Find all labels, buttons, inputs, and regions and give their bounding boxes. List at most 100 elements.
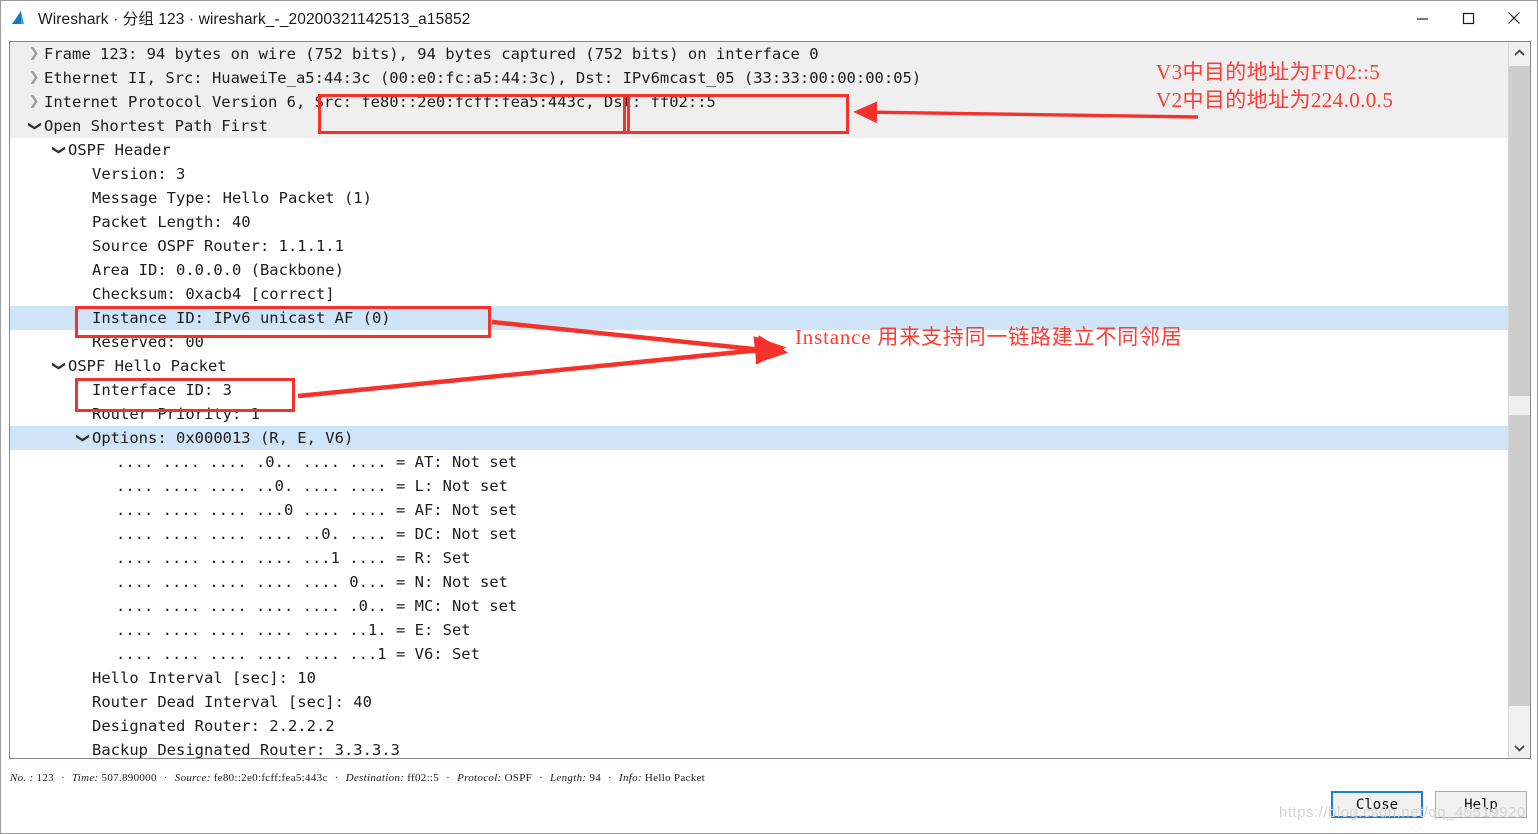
tree-row[interactable]: ❯ Internet Protocol Version 6, Src: fe80:… xyxy=(10,90,1508,114)
chevron-right-icon[interactable]: ❯ xyxy=(24,66,44,90)
title-bar: Wireshark · 分组 123 · wireshark_-_2020032… xyxy=(1,1,1537,35)
status-field-label: Time: xyxy=(71,772,99,784)
scroll-down-icon[interactable] xyxy=(1509,737,1530,758)
tree-row[interactable]: Version: 3 xyxy=(10,162,1508,186)
close-button[interactable]: Close xyxy=(1331,791,1423,818)
tree-row-label: Backup Designated Router: 3.3.3.3 xyxy=(92,741,400,758)
tree-row[interactable]: .... .... .... .0.. .... .... = AT: Not … xyxy=(10,450,1508,474)
tree-row[interactable]: ❯ Ethernet II, Src: HuaweiTe_a5:44:3c (00… xyxy=(10,66,1508,90)
tree-row-label: Version: 3 xyxy=(92,165,186,183)
status-field-value: 507.890000 xyxy=(98,772,157,784)
status-field-value: Hello Packet xyxy=(641,772,706,784)
tree-row-label: Designated Router: 2.2.2.2 xyxy=(92,717,335,735)
tree-row-label: .... .... .... .... ..0. .... = DC: Not … xyxy=(116,525,518,543)
tree-row-label: Packet Length: 40 xyxy=(92,213,251,231)
window-title: Wireshark · 分组 123 · wireshark_-_2020032… xyxy=(38,11,471,28)
tree-row[interactable]: .... .... .... ..0. .... .... = L: Not s… xyxy=(10,474,1508,498)
tree-row-label: Options: 0x000013 (R, E, V6) xyxy=(92,429,354,447)
tree-row-label: Hello Interval [sec]: 10 xyxy=(92,669,316,687)
tree-row[interactable]: .... .... .... .... .... ...1 = V6: Set xyxy=(10,642,1508,666)
tree-row[interactable]: .... .... .... .... .... ..1. = E: Set xyxy=(10,618,1508,642)
tree-row-label: .... .... .... .... .... 0... = N: Not s… xyxy=(116,573,508,591)
tree-row-label: Router Priority: 1 xyxy=(92,405,260,423)
tree-row[interactable]: Packet Length: 40 xyxy=(10,210,1508,234)
tree-row-label: OSPF Hello Packet xyxy=(68,357,227,375)
tree-row-label: .... .... .... .... .... ..1. = E: Set xyxy=(116,621,471,639)
tree-row[interactable]: Hello Interval [sec]: 10 xyxy=(10,666,1508,690)
chevron-down-icon[interactable]: ❯ xyxy=(22,116,46,136)
tree-row[interactable]: ❯ OSPF Hello Packet xyxy=(10,354,1508,378)
tree-row-label: Message Type: Hello Packet (1) xyxy=(92,189,372,207)
tree-row[interactable]: Interface ID: 3 xyxy=(10,378,1508,402)
tree-row[interactable]: .... .... .... .... ...1 .... = R: Set xyxy=(10,546,1508,570)
status-field-label: No. : xyxy=(10,772,34,784)
tree-row[interactable]: ❯ OSPF Header xyxy=(10,138,1508,162)
tree-row[interactable]: .... .... .... .... ..0. .... = DC: Not … xyxy=(10,522,1508,546)
chevron-down-icon[interactable]: ❯ xyxy=(46,140,70,160)
tree-row-label: .... .... .... ..0. .... .... = L: Not s… xyxy=(116,477,508,495)
vertical-scrollbar[interactable] xyxy=(1508,42,1530,758)
minimize-icon[interactable] xyxy=(1399,1,1445,35)
tree-row-label: .... .... .... .... .... ...1 = V6: Set xyxy=(116,645,480,663)
chevron-right-icon[interactable]: ❯ xyxy=(24,90,44,114)
scroll-up-icon[interactable] xyxy=(1509,42,1530,63)
chevron-right-icon[interactable]: ❯ xyxy=(24,42,44,66)
tree-row[interactable]: Router Priority: 1 xyxy=(10,402,1508,426)
status-field-label: Source: xyxy=(174,772,211,784)
packet-summary-status-bar: No. : 123 · Time: 507.890000 · Source: fe80:… xyxy=(10,767,1530,789)
tree-row[interactable]: ❯ Open Shortest Path First xyxy=(10,114,1508,138)
status-field-label: Destination: xyxy=(345,772,405,784)
packet-detail-tree[interactable]: ❯ Frame 123: 94 bytes on wire (752 bits),… xyxy=(10,42,1508,758)
tree-row-label: Source OSPF Router: 1.1.1.1 xyxy=(92,237,344,255)
tree-row-label: Ethernet II, Src: HuaweiTe_a5:44:3c (00:… xyxy=(44,69,922,87)
tree-row[interactable]: Checksum: 0xacb4 [correct] xyxy=(10,282,1508,306)
tree-row-label: .... .... .... .... ...1 .... = R: Set xyxy=(116,549,471,567)
chevron-down-icon[interactable]: ❯ xyxy=(70,428,94,448)
tree-row[interactable]: Instance ID: IPv6 unicast AF (0) xyxy=(10,306,1508,330)
status-field-value: OSPF xyxy=(501,772,533,784)
tree-row[interactable]: Reserved: 00 xyxy=(10,330,1508,354)
scrollbar-thumb-notch xyxy=(1509,396,1530,415)
close-icon[interactable] xyxy=(1491,1,1537,35)
tree-row[interactable]: .... .... .... .... .... 0... = N: Not s… xyxy=(10,570,1508,594)
status-field-value: 123 xyxy=(33,772,54,784)
status-separator: · xyxy=(608,772,612,784)
tree-row[interactable]: Message Type: Hello Packet (1) xyxy=(10,186,1508,210)
tree-row[interactable]: ❯ Options: 0x000013 (R, E, V6) xyxy=(10,426,1508,450)
window-controls xyxy=(1399,1,1537,35)
help-button[interactable]: Help xyxy=(1435,791,1527,818)
packet-detail-pane: ❯ Frame 123: 94 bytes on wire (752 bits),… xyxy=(9,41,1531,759)
tree-row[interactable]: Area ID: 0.0.0.0 (Backbone) xyxy=(10,258,1508,282)
tree-row-label: Area ID: 0.0.0.0 (Backbone) xyxy=(92,261,344,279)
wireshark-packet-detail-window: Wireshark · 分组 123 · wireshark_-_2020032… xyxy=(0,0,1538,834)
status-separator: · xyxy=(446,772,451,784)
scrollbar-thumb[interactable] xyxy=(1509,66,1530,706)
maximize-icon[interactable] xyxy=(1445,1,1491,35)
tree-row-label: Checksum: 0xacb4 [correct] xyxy=(92,285,335,303)
tree-row[interactable]: Designated Router: 2.2.2.2 xyxy=(10,714,1508,738)
dialog-button-bar: Close Help xyxy=(1331,791,1527,818)
tree-row-label: Interface ID: 3 xyxy=(92,381,232,399)
status-field-value: 94 xyxy=(586,772,602,784)
tree-row[interactable]: .... .... .... ...0 .... .... = AF: Not … xyxy=(10,498,1508,522)
tree-row[interactable]: Router Dead Interval [sec]: 40 xyxy=(10,690,1508,714)
tree-row[interactable]: Source OSPF Router: 1.1.1.1 xyxy=(10,234,1508,258)
chevron-down-icon[interactable]: ❯ xyxy=(46,356,70,376)
status-field-value: fe80::2e0:fcff:fea5:443c xyxy=(210,772,328,784)
tree-row[interactable]: ❯ Frame 123: 94 bytes on wire (752 bits),… xyxy=(10,42,1508,66)
tree-row[interactable]: Backup Designated Router: 3.3.3.3 xyxy=(10,738,1508,758)
tree-row[interactable]: .... .... .... .... .... .0.. = MC: Not … xyxy=(10,594,1508,618)
